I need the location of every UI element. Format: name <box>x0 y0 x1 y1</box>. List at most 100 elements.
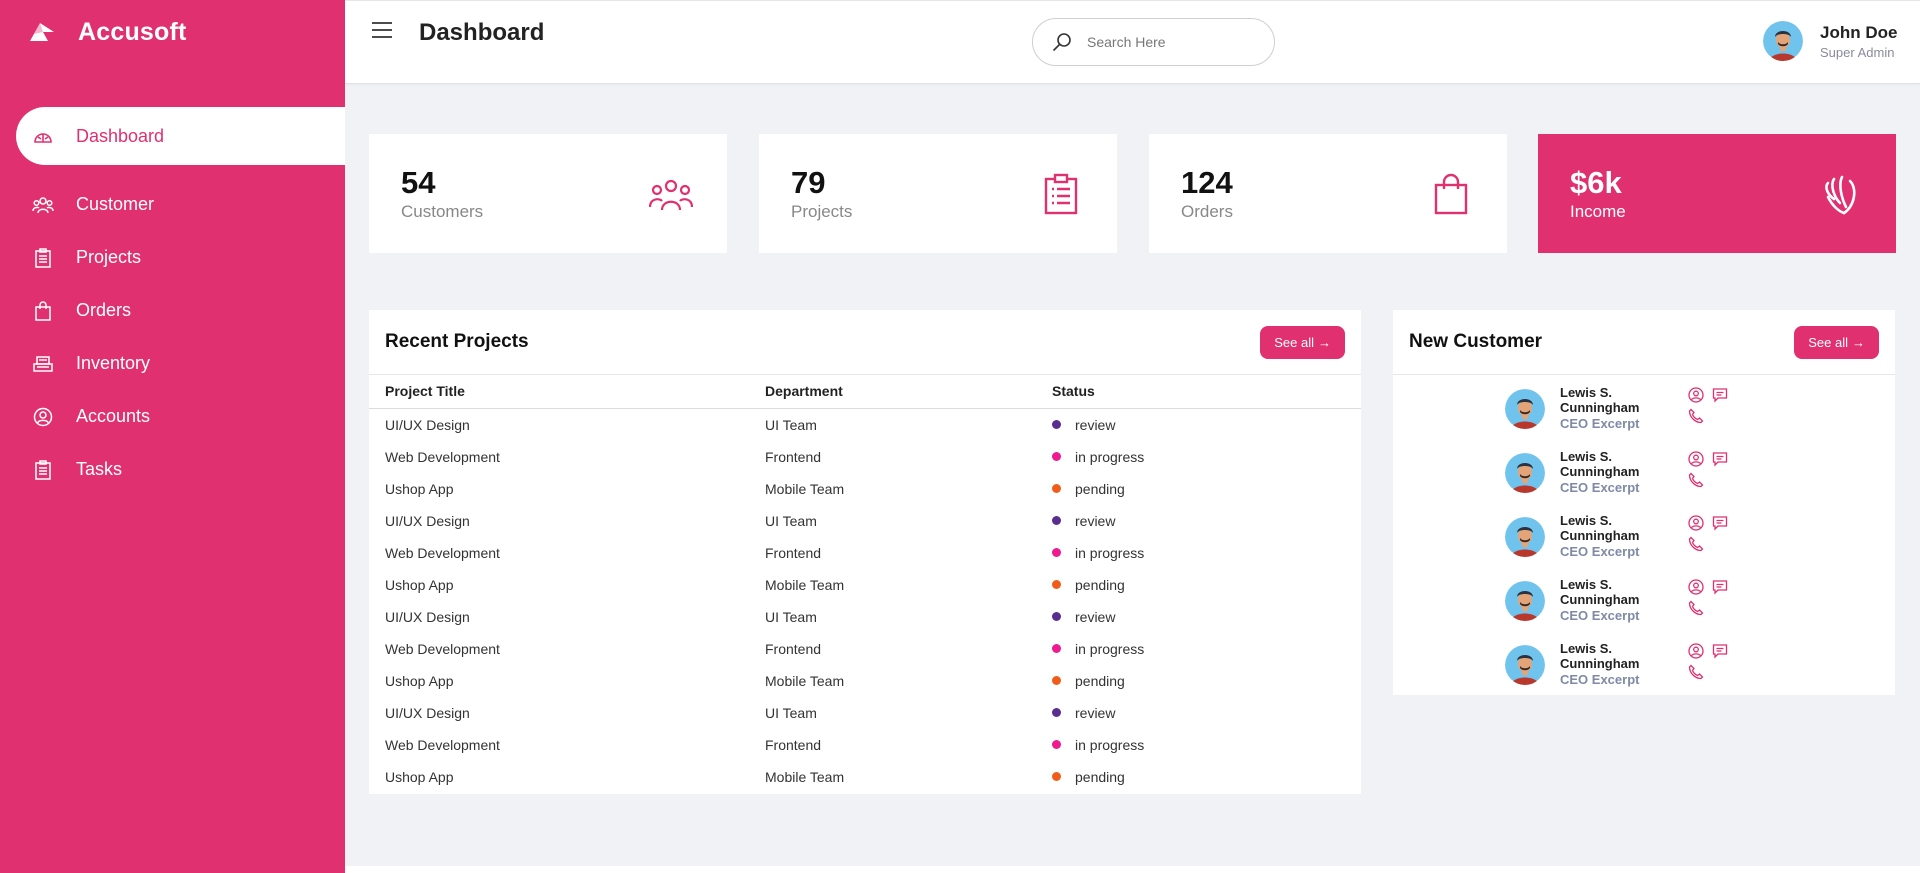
table-row[interactable]: Ushop App Mobile Team pending <box>369 665 1361 697</box>
sidebar-item-customer[interactable]: Customer <box>0 175 345 234</box>
panel-title: Recent Projects <box>385 331 529 352</box>
table-row[interactable]: Web Development Frontend in progress <box>369 441 1361 473</box>
sidebar-item-label: Projects <box>76 247 142 267</box>
status-dot <box>1052 676 1061 685</box>
profile-icon[interactable] <box>1687 514 1705 532</box>
sidebar-item-label: Inventory <box>76 353 151 373</box>
table-row[interactable]: Ushop App Mobile Team pending <box>369 569 1361 601</box>
project-department: Mobile Team <box>765 768 845 785</box>
dashboard-icon <box>32 125 54 147</box>
customer-list: Lewis S. Cunningham CEO Excerpt Lewis S. Cun… <box>1393 375 1895 705</box>
table-row[interactable]: UI/UX Design UI Team review <box>369 408 1361 441</box>
phone-icon[interactable] <box>1687 599 1705 617</box>
list-item[interactable]: Lewis S. Cunningham CEO Excerpt <box>1393 641 1895 705</box>
message-icon[interactable] <box>1711 450 1729 468</box>
user-role: Super Admin <box>1820 44 1895 60</box>
project-status: review <box>1075 608 1116 625</box>
customer-name-line2: Cunningham <box>1560 528 1640 543</box>
project-status: pending <box>1075 672 1125 689</box>
search-box[interactable] <box>1032 18 1275 66</box>
project-status-cell: review <box>1036 408 1361 441</box>
table-row[interactable]: Ushop App Mobile Team pending <box>369 761 1361 793</box>
phone-icon[interactable] <box>1687 471 1705 489</box>
list-item[interactable]: Lewis S. Cunningham CEO Excerpt <box>1393 513 1895 577</box>
stat-card-orders[interactable]: 124 Orders <box>1149 134 1507 253</box>
stat-label: Projects <box>791 202 853 221</box>
phone-icon[interactable] <box>1687 663 1705 681</box>
menu-icon[interactable] <box>371 20 393 40</box>
table-row[interactable]: UI/UX Design UI Team review <box>369 697 1361 729</box>
project-title: Ushop App <box>385 672 454 689</box>
status-dot <box>1052 420 1061 429</box>
sidebar-item-projects[interactable]: Projects <box>0 228 345 287</box>
see-all-projects-button[interactable]: See all → <box>1260 325 1345 359</box>
status-dot <box>1052 644 1061 653</box>
project-title: Web Development <box>385 544 500 561</box>
project-status-cell: review <box>1036 601 1361 633</box>
search-input[interactable] <box>1087 34 1237 50</box>
table-row[interactable]: Web Development Frontend in progress <box>369 729 1361 761</box>
phone-icon[interactable] <box>1687 535 1705 553</box>
project-status: in progress <box>1075 544 1145 561</box>
sidebar-item-tasks[interactable]: Tasks <box>0 440 345 499</box>
project-status-cell: review <box>1036 697 1361 729</box>
project-status: pending <box>1075 576 1125 593</box>
project-department: Mobile Team <box>765 672 845 689</box>
table-row[interactable]: Ushop App Mobile Team pending <box>369 473 1361 505</box>
sidebar-item-label: Accounts <box>76 406 151 426</box>
brand[interactable]: Accusoft <box>28 16 187 48</box>
list-item[interactable]: Lewis S. Cunningham CEO Excerpt <box>1393 577 1895 641</box>
sidebar-item-dashboard[interactable]: Dashboard <box>16 107 345 165</box>
column-header[interactable]: Project Title <box>369 375 749 409</box>
table-row[interactable]: Web Development Frontend in progress <box>369 633 1361 665</box>
message-icon[interactable] <box>1711 578 1729 596</box>
message-icon[interactable] <box>1711 642 1729 660</box>
profile-icon[interactable] <box>1687 450 1705 468</box>
customer-name-line2: Cunningham <box>1560 464 1640 479</box>
stat-card-income[interactable]: $6k Income <box>1538 134 1896 253</box>
sidebar-item-orders[interactable]: Orders <box>0 281 345 340</box>
sidebar-item-inventory[interactable]: Inventory <box>0 334 345 393</box>
customer-role: CEO Excerpt <box>1560 544 1640 559</box>
projects-table-body: UI/UX Design UI Team review Web Development… <box>369 408 1361 793</box>
profile-icon[interactable] <box>1687 642 1705 660</box>
avatar <box>1505 389 1545 429</box>
tasks-icon <box>32 459 54 481</box>
message-icon[interactable] <box>1711 514 1729 532</box>
project-status: pending <box>1075 768 1125 785</box>
panel-header: Recent Projects See all → <box>369 310 1361 375</box>
table-row[interactable]: UI/UX Design UI Team review <box>369 505 1361 537</box>
brand-name: Accusoft <box>78 17 187 46</box>
arrow-right-icon: → <box>1852 334 1865 350</box>
avatar <box>1505 517 1545 557</box>
column-header[interactable]: Department <box>749 375 1036 409</box>
list-item[interactable]: Lewis S. Cunningham CEO Excerpt <box>1393 385 1895 449</box>
stat-label: Customers <box>401 202 484 221</box>
project-department: UI Team <box>765 416 817 433</box>
project-title: Ushop App <box>385 576 454 593</box>
stat-card-customers[interactable]: 54 Customers <box>369 134 727 253</box>
project-department: Frontend <box>765 640 822 657</box>
users-icon <box>32 194 54 216</box>
customer-role: CEO Excerpt <box>1560 416 1640 431</box>
sidebar-item-label: Orders <box>76 300 132 320</box>
status-dot <box>1052 612 1061 621</box>
sidebar-nav: Dashboard Customer Projects Orders Inven… <box>0 107 345 493</box>
stat-card-projects[interactable]: 79 Projects <box>759 134 1117 253</box>
table-row[interactable]: UI/UX Design UI Team review <box>369 601 1361 633</box>
footer-strip <box>345 866 1920 873</box>
project-department: Frontend <box>765 544 822 561</box>
see-all-customers-button[interactable]: See all → <box>1794 325 1879 359</box>
stat-value: $6k <box>1570 165 1622 200</box>
column-header[interactable]: Status <box>1036 375 1361 409</box>
profile-icon[interactable] <box>1687 386 1705 404</box>
user-profile[interactable]: John Doe Super Admin <box>1763 21 1897 61</box>
sidebar-item-accounts[interactable]: Accounts <box>0 387 345 446</box>
project-status: in progress <box>1075 448 1145 465</box>
table-row[interactable]: Web Development Frontend in progress <box>369 537 1361 569</box>
message-icon[interactable] <box>1711 386 1729 404</box>
profile-icon[interactable] <box>1687 578 1705 596</box>
phone-icon[interactable] <box>1687 407 1705 425</box>
list-item[interactable]: Lewis S. Cunningham CEO Excerpt <box>1393 449 1895 513</box>
page-title: Dashboard <box>419 19 545 46</box>
